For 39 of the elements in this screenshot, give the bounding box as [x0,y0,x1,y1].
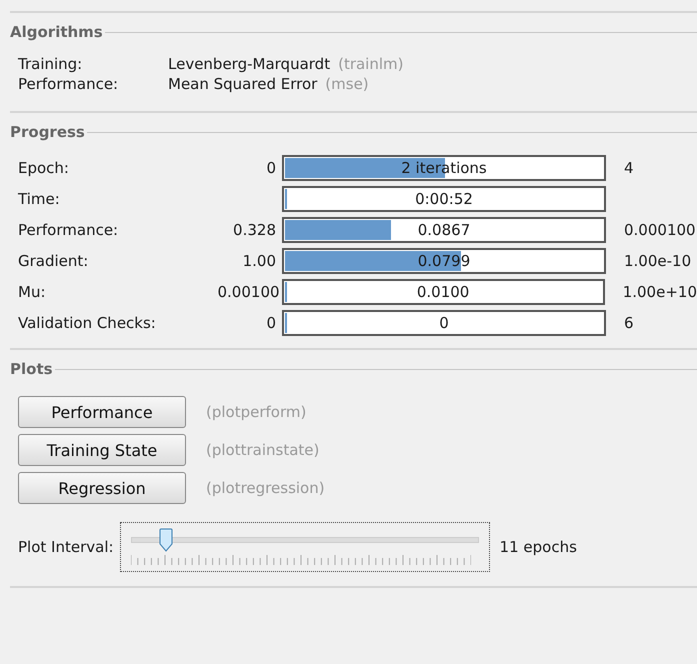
function-name: (plotregression) [206,479,325,497]
field-label: Plot Interval: [18,538,114,556]
plot-interval-slider[interactable] [120,522,490,572]
field-label: Time: [18,190,60,208]
section-title: Algorithms [10,23,103,41]
function-name: (trainlm) [338,55,404,73]
start-value: 1.00 [242,252,276,270]
target-value: 1.00e-10 [624,252,692,270]
progress-value: 0 [439,314,449,332]
section-title: Progress [10,123,85,141]
algorithm-name: Mean Squared Error [168,75,318,93]
function-name: (plotperform) [206,403,306,421]
section-title: Plots [10,360,53,378]
interval-value: 11 epochs [500,538,577,556]
target-value: 1.00e+10 [622,283,697,301]
target-value: 6 [624,314,634,332]
field-label: Performance: [18,221,118,239]
field-label: Gradient: [18,252,88,270]
start-value: 0 [266,159,276,177]
plot-button[interactable]: Training State [18,434,186,466]
field-label: Mu: [18,283,46,301]
progress-value: 0.0867 [418,221,470,239]
progress-value: 0.0100 [416,283,470,301]
plot-button[interactable]: Performance [18,396,186,428]
function-name: (plottrainstate) [206,441,320,459]
progress-value: 0:00:52 [415,190,473,208]
target-value: 0.000100 [624,221,696,239]
target-value: 4 [624,159,634,177]
slider-thumb[interactable] [159,528,174,552]
start-value: 0 [266,314,276,332]
start-value: 0.00100 [218,283,280,301]
field-label: Epoch: [18,159,69,177]
field-label: Validation Checks: [18,314,156,332]
field-label: Performance: [18,75,120,93]
algorithm-name: Levenberg-Marquardt [168,55,330,73]
function-name: (mse) [325,75,369,93]
plot-button[interactable]: Regression [18,472,186,504]
start-value: 0.328 [233,221,276,239]
field-label: Training: [18,55,84,73]
